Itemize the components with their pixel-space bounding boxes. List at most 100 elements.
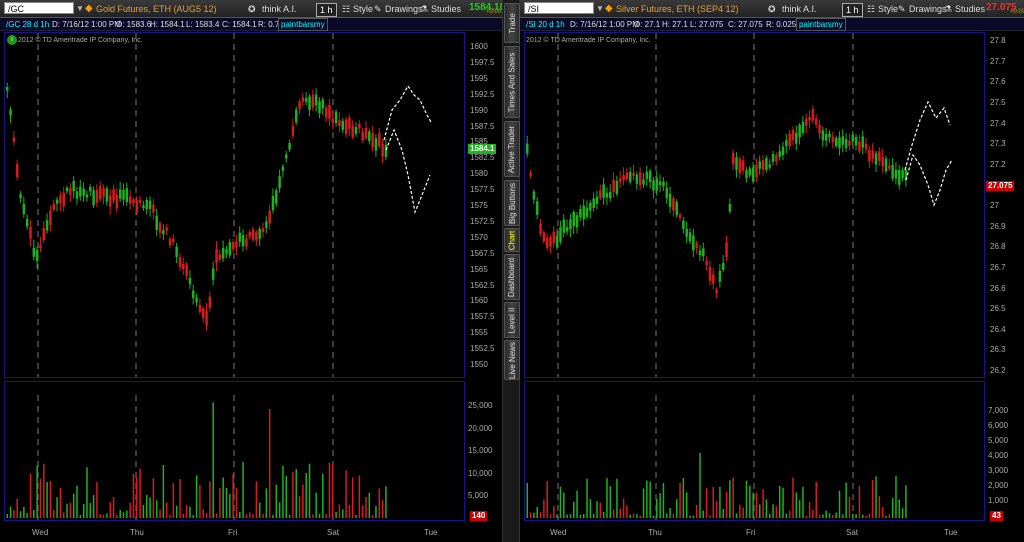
candle-body — [814, 118, 818, 125]
candle-body — [535, 201, 539, 215]
candle-body — [745, 170, 748, 179]
tab-big-buttons[interactable]: Big Buttons — [504, 180, 520, 226]
candle-body — [285, 154, 288, 159]
candle-body — [612, 179, 615, 193]
candle-body — [625, 172, 629, 180]
tab-chart[interactable]: Chart — [504, 228, 520, 252]
candle-body — [532, 191, 536, 200]
candle-body — [251, 229, 255, 240]
candle-body — [758, 161, 762, 169]
volume-bar — [165, 502, 168, 518]
candle-body — [152, 204, 155, 213]
candle-body — [178, 257, 182, 267]
candle-body — [605, 192, 609, 198]
volume-bar — [219, 487, 221, 518]
volume-bar — [229, 493, 231, 518]
candle-body — [125, 188, 129, 203]
tab-times-and-sales[interactable]: Times And Sales — [504, 46, 520, 118]
candle-body — [72, 180, 75, 192]
volume-bar — [338, 504, 341, 518]
volume-bar — [768, 513, 771, 518]
volume-bar — [252, 514, 254, 518]
volume-bar — [232, 473, 234, 518]
volume-bar — [106, 513, 108, 518]
candle-body — [331, 118, 335, 123]
volume-bar — [802, 486, 804, 518]
volume-bar — [355, 514, 357, 518]
candle-body — [778, 151, 781, 157]
candle-body — [771, 153, 775, 162]
volume-bar — [142, 504, 145, 518]
candle-body — [112, 189, 115, 201]
candle-body — [589, 202, 592, 211]
volume-bar — [255, 481, 258, 518]
tab-live-news[interactable]: Live News — [504, 340, 520, 380]
candle-body — [298, 101, 301, 110]
candle-body — [378, 133, 381, 147]
tab-trade[interactable]: Trade — [504, 3, 520, 43]
volume-bar — [622, 498, 625, 518]
volume-bar — [573, 501, 575, 518]
candle-body — [59, 195, 62, 204]
volume-bar — [636, 514, 638, 518]
volume-bar — [848, 496, 851, 518]
candle-body — [559, 227, 562, 242]
volume-bar — [875, 476, 877, 518]
tab-label: Live News — [507, 341, 517, 379]
volume-bar — [33, 509, 35, 518]
volume-bar — [702, 510, 705, 518]
candle-body — [271, 196, 275, 211]
candle-body — [851, 134, 855, 142]
volume-bar — [695, 504, 698, 518]
volume-bar — [192, 514, 195, 518]
candle-body — [765, 157, 768, 170]
candle-body — [775, 155, 778, 162]
volume-bar — [152, 478, 155, 518]
candle-body — [539, 223, 542, 234]
candle-body — [245, 238, 248, 247]
candle-body — [351, 126, 354, 137]
volume-bar — [79, 514, 82, 518]
candle-body — [854, 137, 858, 146]
candle-body — [248, 232, 251, 237]
volume-bar — [778, 485, 781, 518]
candle-body — [122, 189, 125, 200]
candle-body — [592, 198, 595, 208]
candle-body — [901, 170, 904, 178]
volume-bar — [215, 513, 218, 518]
candle-body — [348, 117, 351, 129]
volume-bar — [112, 496, 115, 518]
candle-body — [801, 121, 805, 133]
volume-bar — [205, 512, 208, 518]
candle-body — [781, 146, 785, 156]
tab-dashboard[interactable]: Dashboard — [504, 254, 520, 300]
volume-bar — [49, 481, 52, 518]
volume-bar — [712, 487, 715, 518]
volume-bar — [616, 478, 618, 518]
candle-body — [69, 187, 72, 195]
candle-body — [582, 205, 585, 220]
volume-bar — [149, 497, 151, 518]
volume-bar — [69, 502, 72, 518]
candle-body — [39, 244, 42, 249]
candle-body — [788, 133, 791, 147]
tab-active-trader[interactable]: Active Trader — [504, 121, 520, 177]
candle-body — [165, 227, 168, 231]
candle-body — [314, 94, 318, 106]
volume-bar — [119, 510, 121, 518]
candle-body — [682, 220, 685, 229]
candle-body — [155, 215, 158, 230]
candle-body — [871, 150, 874, 159]
candle-body — [364, 128, 368, 139]
candle-body — [201, 308, 205, 319]
tab-level-ii[interactable]: Level II — [504, 302, 520, 338]
volume-bar — [755, 492, 758, 518]
candle-body — [225, 249, 228, 254]
volume-bar — [689, 515, 691, 518]
candle-body — [195, 297, 198, 303]
candle-body — [798, 124, 801, 138]
volume-bar — [322, 473, 324, 518]
candle-body — [311, 94, 315, 108]
volume-bar — [715, 500, 718, 518]
candle-body — [358, 123, 361, 129]
